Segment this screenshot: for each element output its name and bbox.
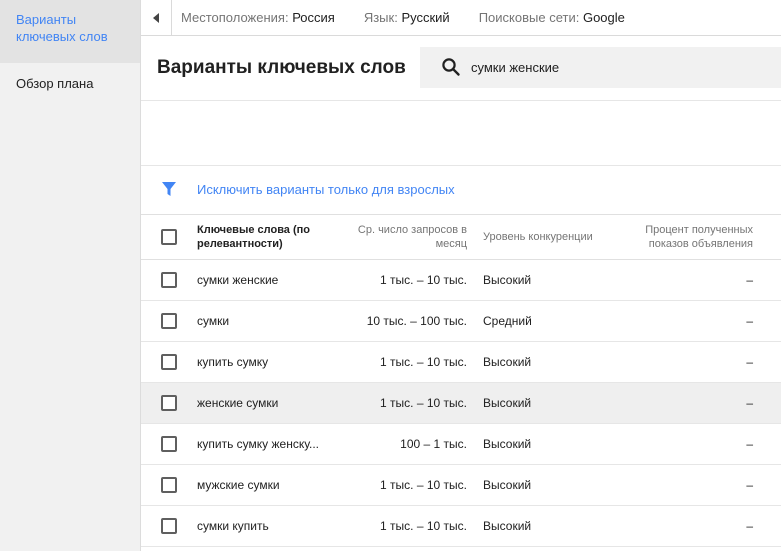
filter-value: Русский: [401, 10, 450, 25]
filter-bar: Исключить варианты только для взрослых: [141, 166, 781, 215]
table-row[interactable]: мужские сумки 1 тыс. – 10 тыс. Высокий –: [141, 465, 781, 506]
table-row[interactable]: купить сумку женску... 100 – 1 тыс. Высо…: [141, 424, 781, 465]
sidebar-item-plan-overview[interactable]: Обзор плана: [0, 75, 140, 92]
keyword-cell: сумки купить: [197, 519, 269, 533]
collapse-sidebar-button[interactable]: [141, 0, 172, 36]
table-row[interactable]: сумки купить 1 тыс. – 10 тыс. Высокий –: [141, 506, 781, 547]
impression-share-cell: –: [746, 314, 753, 328]
sidebar-item-keyword-ideas[interactable]: Варианты ключевых слов: [0, 0, 140, 63]
keyword-cell: купить сумку: [197, 355, 269, 369]
impression-share-cell: –: [746, 519, 753, 533]
table-header: Ключевые слова (по релевантности) Ср. чи…: [141, 215, 781, 260]
avg-searches-cell: 1 тыс. – 10 тыс.: [380, 273, 467, 287]
keyword-cell: купить сумку женску...: [197, 437, 320, 451]
row-checkbox[interactable]: [161, 395, 177, 411]
table-row[interactable]: женские сумки 1 тыс. – 10 тыс. Высокий –: [141, 383, 781, 424]
avg-searches-cell: 1 тыс. – 10 тыс.: [380, 355, 467, 369]
filter-icon[interactable]: [161, 181, 177, 197]
row-checkbox[interactable]: [161, 272, 177, 288]
col-avg-searches[interactable]: Ср. число запросов в месяц: [337, 223, 467, 251]
chevron-left-icon: [153, 12, 159, 23]
filter-label: Язык:: [363, 10, 398, 25]
col-competition[interactable]: Уровень конкуренции: [483, 231, 623, 243]
table-row[interactable]: сумки 10 тыс. – 100 тыс. Средний –: [141, 301, 781, 342]
competition-cell: Высокий: [483, 437, 532, 451]
competition-cell: Высокий: [483, 519, 532, 533]
keyword-search-input[interactable]: сумки женские: [420, 47, 781, 88]
impression-share-cell: –: [746, 437, 753, 451]
avg-searches-cell: 100 – 1 тыс.: [400, 437, 467, 451]
keyword-table: Ключевые слова (по релевантности) Ср. чи…: [141, 215, 781, 547]
search-query: сумки женские: [471, 60, 560, 75]
row-checkbox[interactable]: [161, 436, 177, 452]
row-checkbox[interactable]: [161, 313, 177, 329]
keyword-cell: мужские сумки: [197, 478, 280, 492]
avg-searches-cell: 1 тыс. – 10 тыс.: [380, 519, 467, 533]
table-row[interactable]: купить сумку 1 тыс. – 10 тыс. Высокий –: [141, 342, 781, 383]
avg-searches-cell: 1 тыс. – 10 тыс.: [380, 478, 467, 492]
row-checkbox[interactable]: [161, 354, 177, 370]
filter-label: Поисковые сети:: [478, 10, 580, 25]
row-checkbox[interactable]: [161, 518, 177, 534]
sidebar-item-label: Обзор плана: [16, 76, 94, 91]
keyword-cell: сумки женские: [197, 273, 279, 287]
competition-cell: Высокий: [483, 355, 532, 369]
impression-share-cell: –: [746, 273, 753, 287]
sidebar: Варианты ключевых слов Обзор плана: [0, 0, 141, 551]
network-filter[interactable]: Поисковые сети: Google: [479, 10, 625, 25]
keyword-cell: женские сумки: [197, 396, 279, 410]
sidebar-item-label: Варианты ключевых слов: [16, 12, 108, 44]
impression-share-cell: –: [746, 355, 753, 369]
competition-cell: Высокий: [483, 273, 532, 287]
filter-value: Россия: [292, 10, 335, 25]
location-filter[interactable]: Местоположения: Россия: [181, 10, 335, 25]
row-checkbox[interactable]: [161, 477, 177, 493]
chart-area: [141, 101, 781, 166]
exclude-adult-link[interactable]: Исключить варианты только для взрослых: [197, 182, 455, 197]
page-header: Варианты ключевых слов сумки женские: [141, 36, 781, 101]
page-title: Варианты ключевых слов: [157, 57, 406, 78]
avg-searches-cell: 1 тыс. – 10 тыс.: [380, 396, 467, 410]
search-icon: [442, 58, 460, 76]
table-row[interactable]: сумки женские 1 тыс. – 10 тыс. Высокий –: [141, 260, 781, 301]
filter-label: Местоположения:: [181, 10, 289, 25]
impression-share-cell: –: [746, 396, 753, 410]
avg-searches-cell: 10 тыс. – 100 тыс.: [366, 314, 467, 328]
competition-cell: Высокий: [483, 396, 532, 410]
col-impression-share[interactable]: Процент полученных показов объявления: [621, 223, 753, 251]
language-filter[interactable]: Язык: Русский: [364, 10, 450, 25]
competition-cell: Высокий: [483, 478, 532, 492]
filter-value: Google: [582, 10, 625, 25]
competition-cell: Средний: [483, 314, 532, 328]
targeting-bar: Местоположения: Россия Язык: Русский Пои…: [141, 0, 781, 36]
col-keywords[interactable]: Ключевые слова (по релевантности): [197, 223, 337, 251]
impression-share-cell: –: [746, 478, 753, 492]
keyword-cell: сумки: [197, 314, 230, 328]
select-all-checkbox[interactable]: [161, 229, 177, 245]
